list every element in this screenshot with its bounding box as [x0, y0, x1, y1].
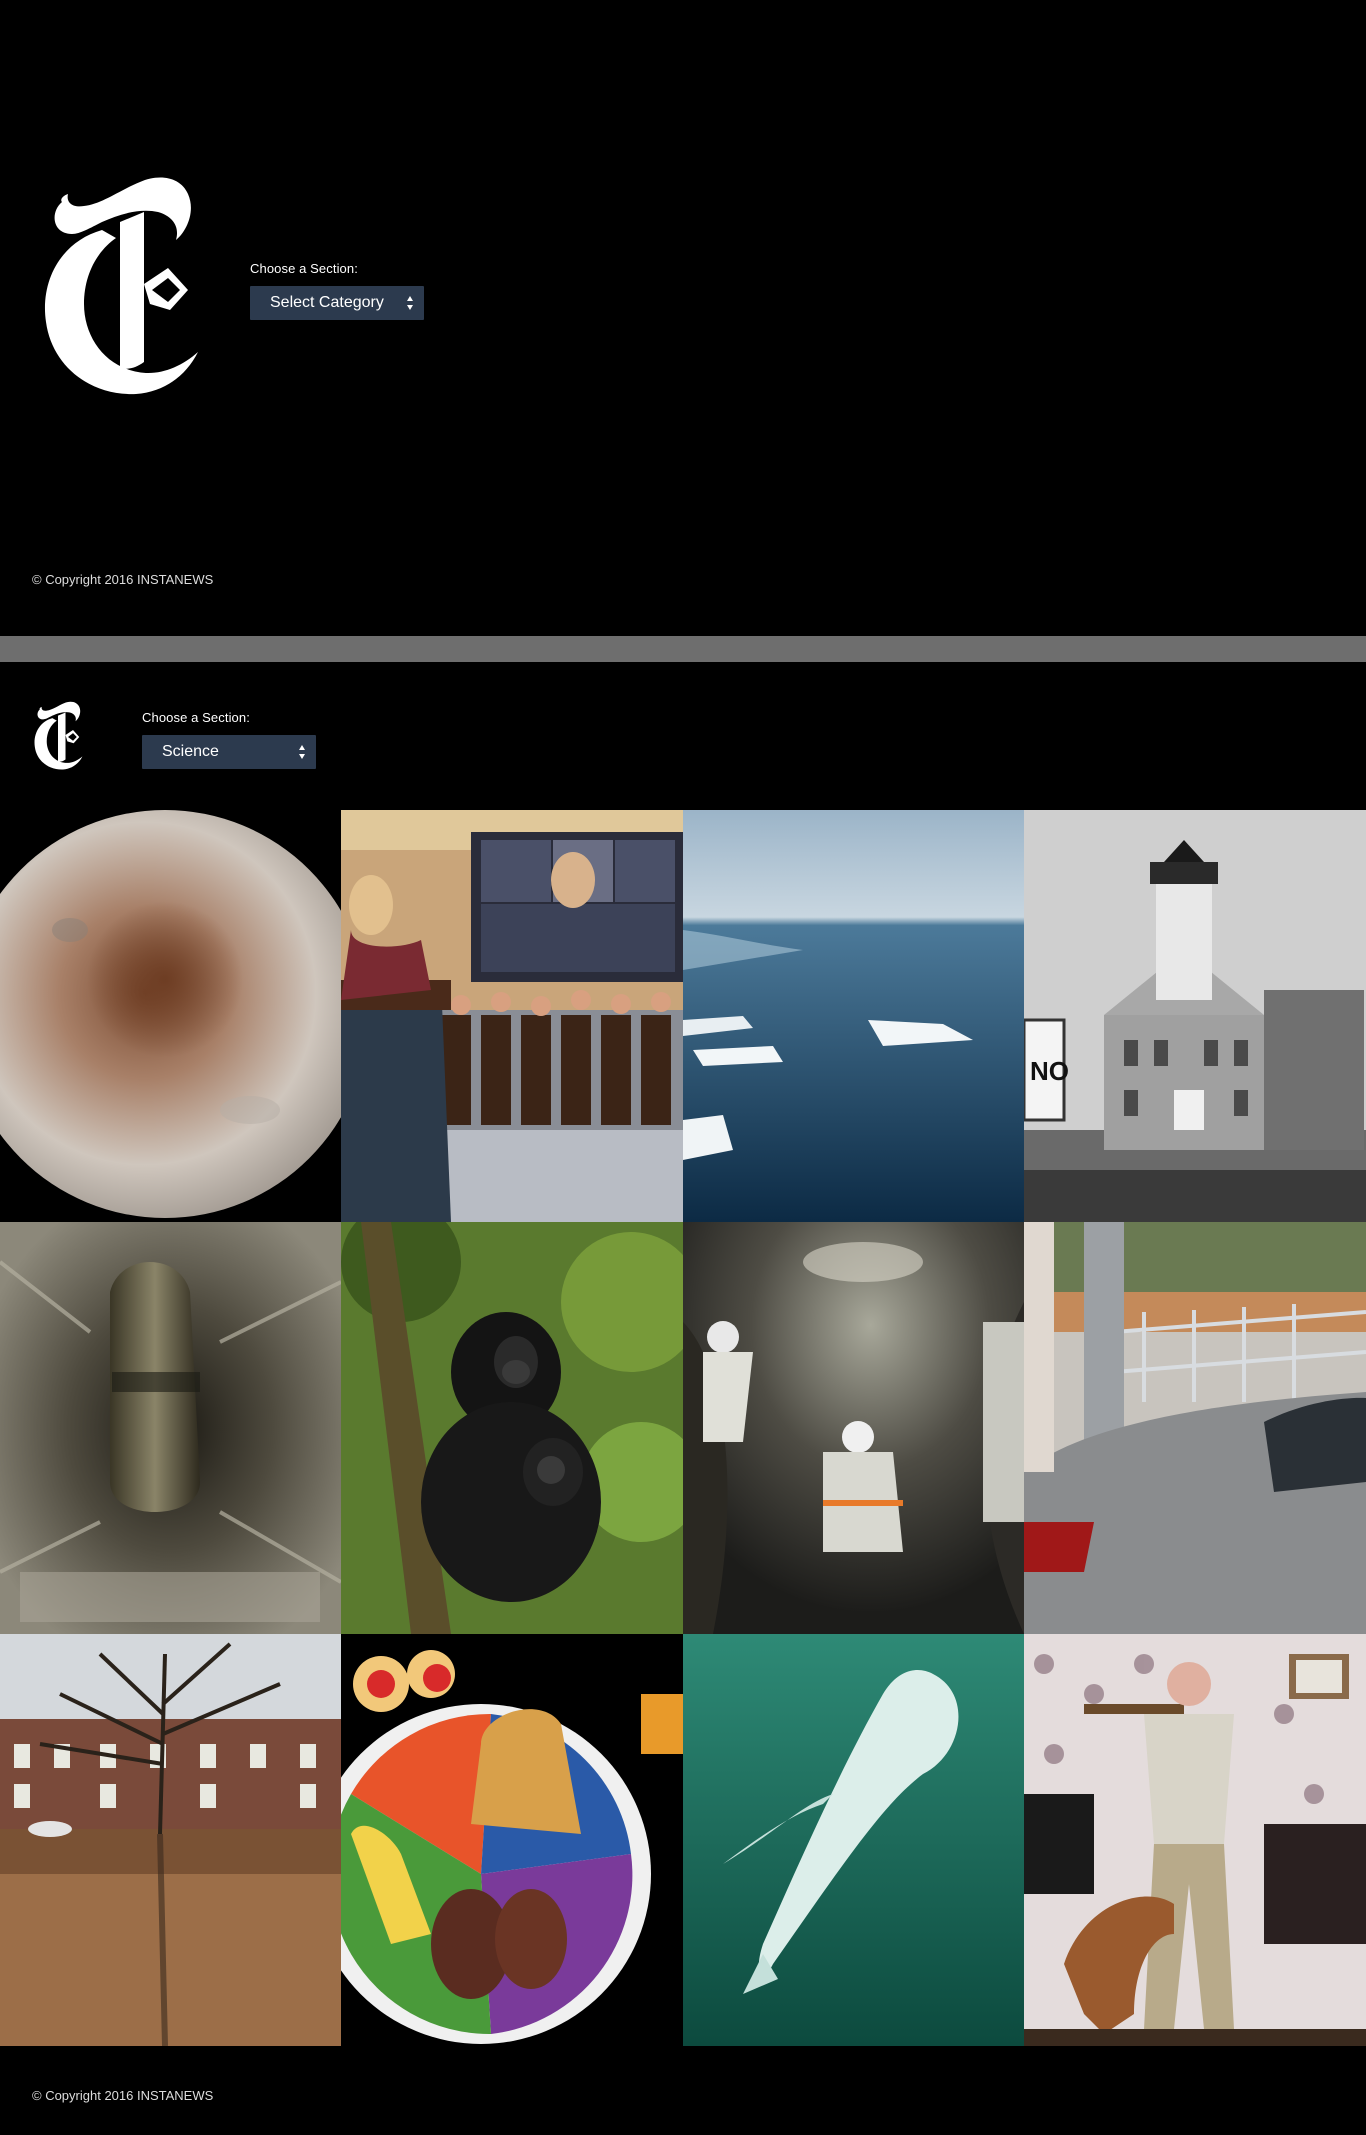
nyt-t-logo-icon[interactable] [40, 172, 200, 402]
story-tile[interactable] [683, 1634, 1024, 2046]
select-arrows-icon [406, 295, 414, 311]
results-section: Choose a Section: Science NO © Copyright… [0, 662, 1366, 2135]
section-chooser: Choose a Section: Science [142, 710, 316, 769]
category-select-value: Science [162, 743, 219, 760]
stone-lighthouse-photo: NO [1024, 810, 1366, 1222]
svg-text:NO: NO [1030, 1056, 1069, 1086]
select-arrows-icon [298, 744, 306, 760]
category-select[interactable]: Science [142, 735, 316, 769]
story-tile[interactable] [341, 810, 683, 1222]
story-tile[interactable] [341, 1634, 683, 2046]
copyright-text: © Copyright 2016 INSTANEWS [32, 2088, 214, 2103]
nyt-t-logo-icon[interactable] [32, 700, 84, 772]
food-plate-photo [341, 1634, 683, 2046]
story-tile[interactable] [683, 810, 1024, 1222]
story-grid: NO [0, 810, 1366, 2046]
story-tile[interactable] [683, 1222, 1024, 1634]
story-tile[interactable] [1024, 1222, 1366, 1634]
car-and-pole-street-photo [1024, 1222, 1366, 1634]
landing-section: Choose a Section: Select Category © Copy… [0, 0, 1366, 636]
bonobo-mother-baby-photo [341, 1222, 683, 1634]
story-tile[interactable] [341, 1222, 683, 1634]
man-with-dog-photo [1024, 1634, 1366, 2046]
story-tile[interactable] [0, 1222, 341, 1634]
chooser-label: Choose a Section: [142, 710, 250, 725]
story-tile[interactable]: NO [1024, 810, 1366, 1222]
arctic-sea-ice-photo [683, 810, 1024, 1222]
congressional-hearing-photo [341, 810, 683, 1222]
missile-silo-photo [0, 1222, 341, 1634]
flooded-street-tree-photo [0, 1634, 341, 2046]
story-tile[interactable] [0, 1634, 341, 2046]
copyright-text: © Copyright 2016 INSTANEWS [32, 572, 214, 587]
beluga-whale-photo [683, 1634, 1024, 2046]
story-tile[interactable] [0, 810, 341, 1222]
category-select[interactable]: Select Category [250, 286, 424, 320]
planet-charon-photo [0, 810, 341, 1222]
category-select-value: Select Category [270, 294, 384, 311]
section-chooser: Choose a Section: Select Category [250, 261, 424, 320]
section-divider [0, 636, 1366, 662]
chooser-label: Choose a Section: [250, 261, 358, 276]
cave-researchers-photo [683, 1222, 1024, 1634]
story-tile[interactable] [1024, 1634, 1366, 2046]
